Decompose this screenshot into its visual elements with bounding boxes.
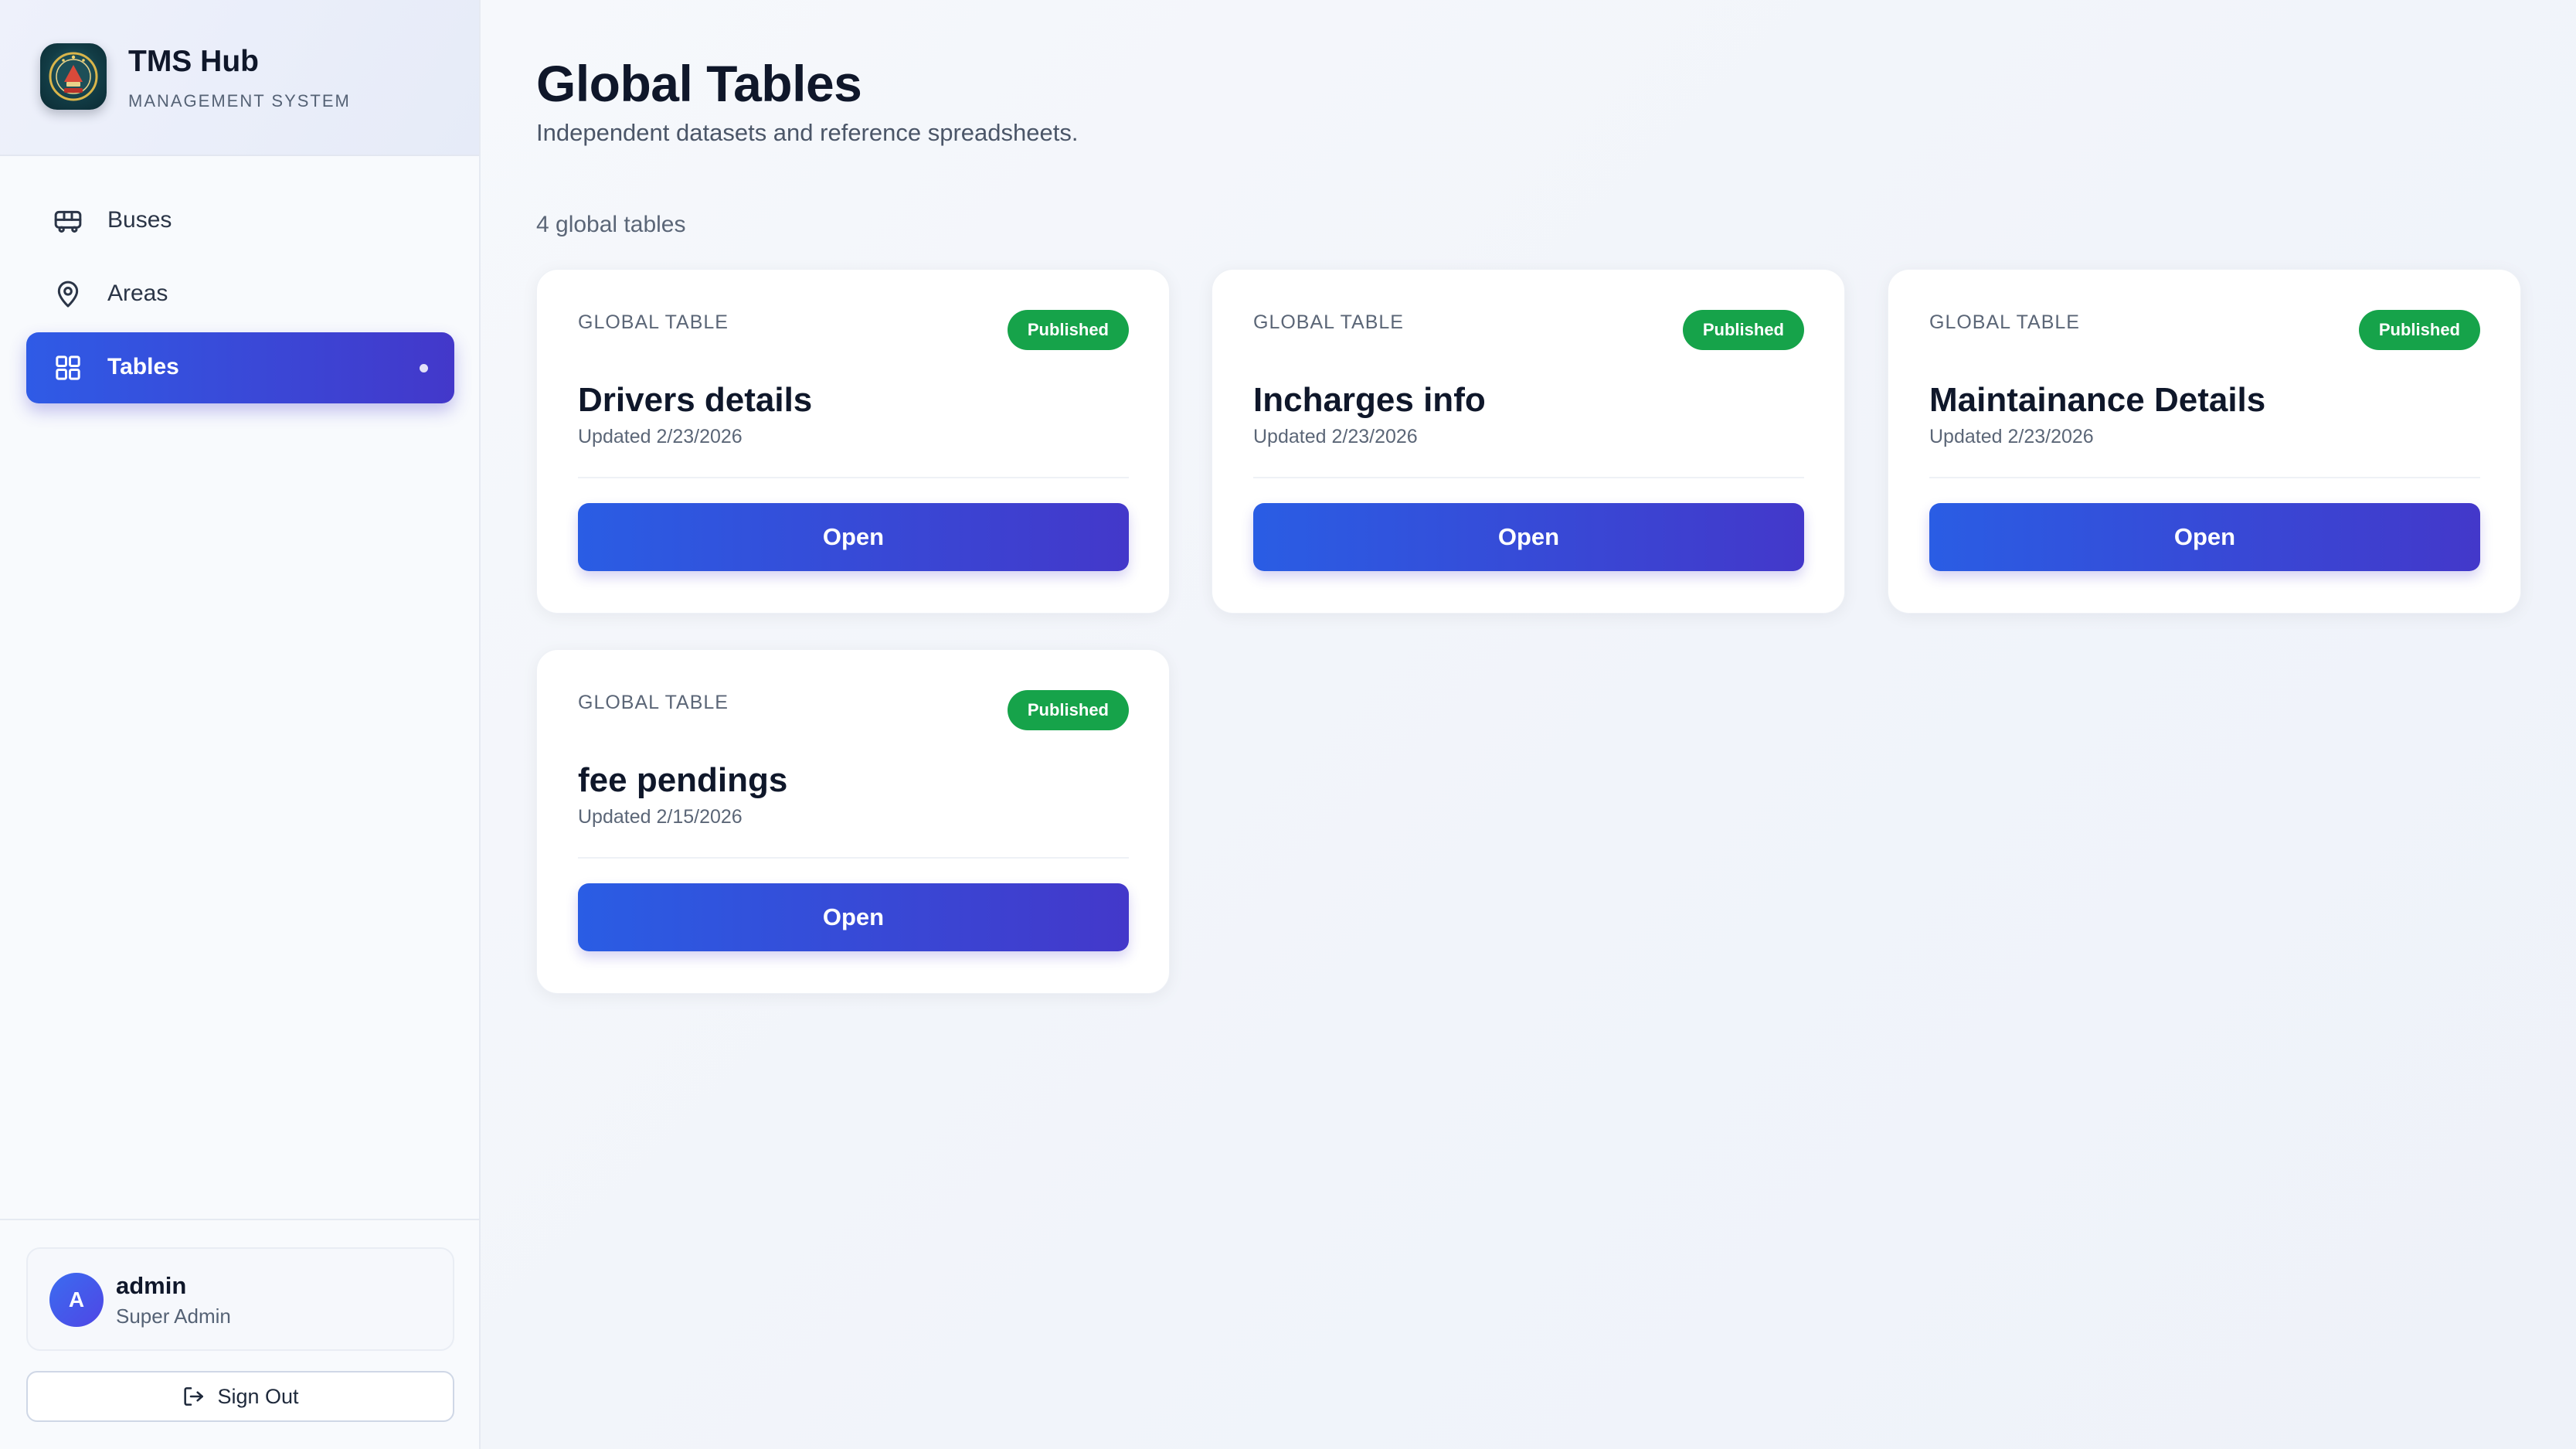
table-card-maintainance-details: GLOBAL TABLE Published Maintainance Deta… <box>1888 269 2521 614</box>
table-count: 4 global tables <box>536 212 686 237</box>
status-badge: Published <box>1682 310 1804 350</box>
open-button[interactable]: Open <box>1253 503 1804 571</box>
brand-subtitle: MANAGEMENT SYSTEM <box>128 91 351 111</box>
sign-out-label: Sign Out <box>217 1384 299 1408</box>
emblem-logo-icon <box>40 43 107 110</box>
page-subtitle: Independent datasets and reference sprea… <box>536 119 1079 146</box>
status-badge: Published <box>1007 310 1129 350</box>
sidebar-item-label: Tables <box>107 354 179 379</box>
sidebar-item-label: Areas <box>107 281 168 306</box>
card-divider <box>578 477 1129 478</box>
sign-out-icon <box>182 1384 206 1409</box>
open-button[interactable]: Open <box>578 883 1129 951</box>
user-card: A admin Super Admin <box>26 1247 454 1351</box>
avatar: A <box>49 1273 104 1327</box>
card-divider <box>1929 477 2480 478</box>
card-kicker: GLOBAL TABLE <box>578 311 729 333</box>
page-title: Global Tables <box>536 55 862 112</box>
card-updated: Updated 2/23/2026 <box>1253 426 1418 447</box>
status-badge: Published <box>1007 690 1129 730</box>
sign-out-button[interactable]: Sign Out <box>26 1371 454 1422</box>
card-updated: Updated 2/23/2026 <box>1929 426 2094 447</box>
table-card-fee-pendings: GLOBAL TABLE Published fee pendings Upda… <box>536 649 1170 994</box>
bus-icon <box>53 206 83 236</box>
sidebar-divider <box>0 1219 479 1220</box>
app-root: TMS Hub MANAGEMENT SYSTEM Buses Areas Ta… <box>0 0 2576 1449</box>
open-button[interactable]: Open <box>578 503 1129 571</box>
card-kicker: GLOBAL TABLE <box>1929 311 2080 333</box>
status-badge: Published <box>2358 310 2480 350</box>
user-role: Super Admin <box>116 1304 231 1328</box>
card-title: Maintainance Details <box>1929 381 2266 419</box>
user-name: admin <box>116 1272 187 1299</box>
card-title: Incharges info <box>1253 381 1486 419</box>
sidebar-item-buses[interactable]: Buses <box>26 185 454 257</box>
open-button[interactable]: Open <box>1929 503 2480 571</box>
card-title: fee pendings <box>578 761 788 799</box>
sidebar: TMS Hub MANAGEMENT SYSTEM Buses Areas Ta… <box>0 0 481 1449</box>
grid-icon <box>53 352 83 383</box>
brand-header: TMS Hub MANAGEMENT SYSTEM <box>0 0 479 156</box>
map-pin-icon <box>53 279 83 310</box>
sidebar-item-label: Buses <box>107 207 172 233</box>
card-updated: Updated 2/23/2026 <box>578 426 743 447</box>
card-title: Drivers details <box>578 381 813 419</box>
active-indicator-dot <box>420 364 428 372</box>
table-card-drivers-details: GLOBAL TABLE Published Drivers details U… <box>536 269 1170 614</box>
brand-title: TMS Hub <box>128 45 259 78</box>
card-divider <box>578 857 1129 859</box>
sidebar-item-tables[interactable]: Tables <box>26 332 454 403</box>
table-card-incharges-info: GLOBAL TABLE Published Incharges info Up… <box>1212 269 1845 614</box>
sidebar-item-areas[interactable]: Areas <box>26 259 454 330</box>
card-divider <box>1253 477 1804 478</box>
card-kicker: GLOBAL TABLE <box>578 692 729 713</box>
card-updated: Updated 2/15/2026 <box>578 806 743 828</box>
card-kicker: GLOBAL TABLE <box>1253 311 1404 333</box>
